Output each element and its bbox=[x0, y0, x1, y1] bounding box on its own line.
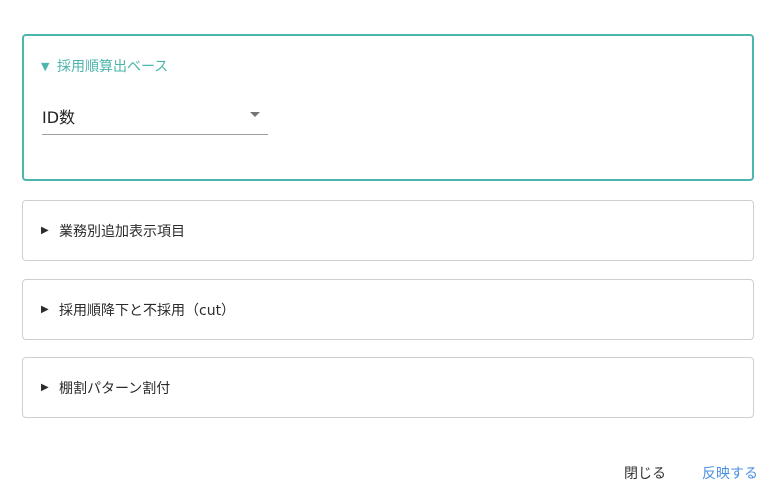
panel-title: 棚割パターン割付 bbox=[59, 380, 171, 397]
panel-header-adoption-order-drop-and-cut[interactable]: ▶ 採用順降下と不採用（cut） bbox=[41, 280, 235, 339]
panel-shelf-pattern-assignment: ▶ 棚割パターン割付 bbox=[22, 357, 754, 418]
panel-adoption-order-base: ▼ 採用順算出ベース ID数 bbox=[22, 34, 754, 181]
panel-header-additional-display-items[interactable]: ▶ 業務別追加表示項目 bbox=[41, 201, 185, 260]
base-select-value: ID数 bbox=[42, 108, 76, 127]
close-button[interactable]: 閉じる bbox=[624, 463, 666, 483]
panel-title: 採用順算出ベース bbox=[57, 59, 169, 75]
panel-title: 業務別追加表示項目 bbox=[59, 223, 185, 240]
triangle-right-icon: ▶ bbox=[41, 304, 49, 315]
dropdown-caret-icon bbox=[250, 112, 260, 117]
base-select[interactable]: ID数 bbox=[42, 98, 268, 135]
panel-header-adoption-order-base[interactable]: ▼ 採用順算出ベース bbox=[41, 53, 168, 79]
panel-additional-display-items: ▶ 業務別追加表示項目 bbox=[22, 200, 754, 261]
apply-button[interactable]: 反映する bbox=[702, 463, 758, 483]
triangle-down-icon: ▼ bbox=[41, 59, 50, 73]
triangle-right-icon: ▶ bbox=[41, 382, 49, 393]
panel-header-shelf-pattern-assignment[interactable]: ▶ 棚割パターン割付 bbox=[41, 358, 170, 417]
panel-title: 採用順降下と不採用（cut） bbox=[59, 302, 236, 319]
triangle-right-icon: ▶ bbox=[41, 225, 49, 236]
panel-adoption-order-drop-and-cut: ▶ 採用順降下と不採用（cut） bbox=[22, 279, 754, 340]
